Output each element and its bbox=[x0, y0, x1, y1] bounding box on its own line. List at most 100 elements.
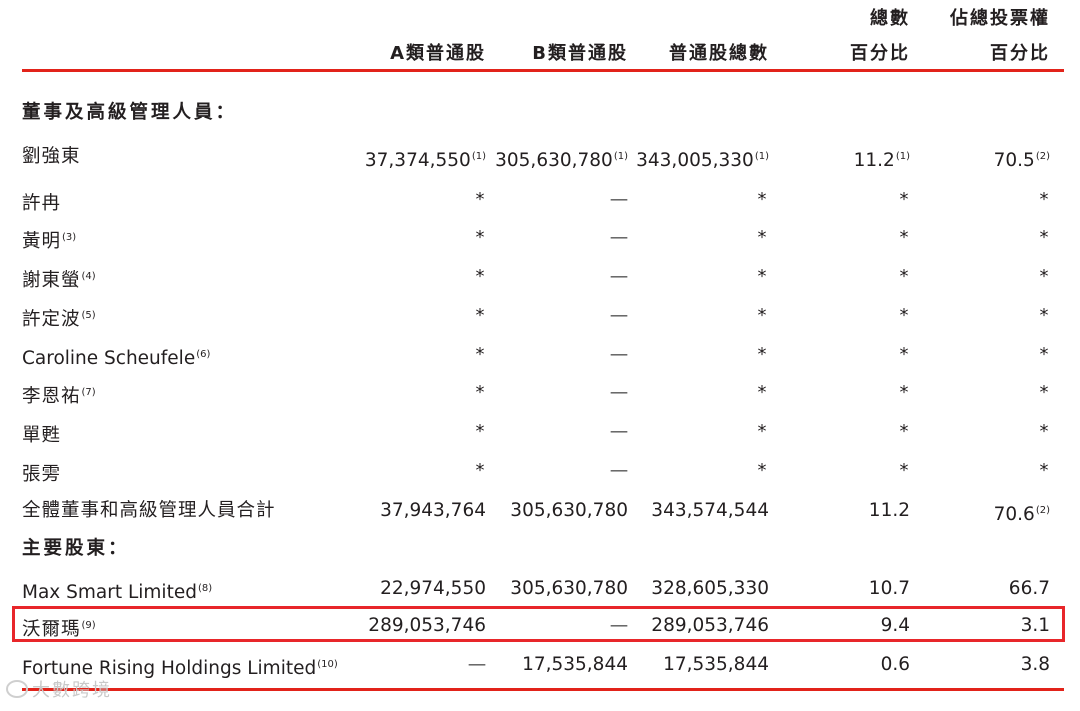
row-pct: 0.6 bbox=[880, 654, 910, 675]
row-class-a: * bbox=[475, 344, 485, 365]
table-row-highlighted: 沃爾瑪(9) 289,053,746 — 289,053,746 9.4 3.1 bbox=[0, 607, 1080, 645]
header-pct-line1: 總數 bbox=[870, 8, 910, 29]
header-total-shares: 普通股總數 bbox=[669, 43, 769, 64]
row-class-b: — bbox=[609, 266, 629, 287]
row-class-a: * bbox=[475, 189, 485, 210]
row-name: 黃明(3) bbox=[22, 231, 77, 252]
row-class-a: * bbox=[475, 266, 485, 287]
header-vote-line2: 百分比 bbox=[990, 43, 1050, 64]
table-row: Fortune Rising Holdings Limited(10) — 17… bbox=[0, 646, 1080, 684]
table-row: 劉強東 37,374,550(1) 305,630,780(1) 343,005… bbox=[0, 138, 1080, 176]
row-total: 328,605,330 bbox=[651, 578, 769, 599]
shareholding-table: A類普通股 B類普通股 普通股總數 總數 百分比 佔總投票權 百分比 董事及高級… bbox=[0, 0, 1080, 711]
row-pct: * bbox=[899, 421, 909, 442]
row-vote: * bbox=[1039, 266, 1049, 287]
row-pct: 11.2 bbox=[868, 500, 910, 521]
watermark: 大數跨境 bbox=[6, 676, 112, 702]
row-class-a: 22,974,550 bbox=[380, 578, 486, 599]
row-class-b: 305,630,780(1) bbox=[495, 150, 628, 171]
row-pct: 11.2(1) bbox=[853, 150, 910, 171]
header-pct-line2: 百分比 bbox=[850, 43, 910, 64]
table-row: 許冉 * — * * * bbox=[0, 181, 1080, 219]
table-row: Caroline Scheufele(6) * — * * * bbox=[0, 336, 1080, 374]
row-total: * bbox=[757, 382, 767, 403]
row-total: 289,053,746 bbox=[651, 615, 769, 636]
row-name: 張雱 bbox=[22, 464, 62, 485]
row-pct: 10.7 bbox=[868, 578, 910, 599]
row-pct: * bbox=[899, 344, 909, 365]
header-class-a: A類普通股 bbox=[390, 43, 486, 64]
row-total: * bbox=[757, 227, 767, 248]
row-vote: 66.7 bbox=[1008, 578, 1050, 599]
row-total: * bbox=[757, 189, 767, 210]
row-class-a: — bbox=[467, 654, 487, 675]
section-directors: 董事及高級管理人員： bbox=[22, 102, 238, 123]
row-name: 單甦 bbox=[22, 425, 62, 446]
row-vote: 3.1 bbox=[1020, 615, 1050, 636]
row-class-a: 37,374,550(1) bbox=[364, 150, 486, 171]
section-heading-row: 董事及高級管理人員： bbox=[0, 94, 1080, 132]
row-class-b: 17,535,844 bbox=[522, 654, 628, 675]
row-name: 劉強東 bbox=[22, 146, 81, 167]
table-row-total: 全體董事和高級管理人員合計 37,943,764 305,630,780 343… bbox=[0, 492, 1080, 530]
row-name: 沃爾瑪(9) bbox=[22, 619, 96, 640]
row-vote: * bbox=[1039, 189, 1049, 210]
section-shareholders: 主要股東： bbox=[22, 538, 130, 559]
row-total: * bbox=[757, 460, 767, 481]
footer-rule bbox=[22, 688, 1064, 691]
table-row: 李恩祐(7) * — * * * bbox=[0, 374, 1080, 412]
row-class-b: — bbox=[609, 344, 629, 365]
row-total: 17,535,844 bbox=[663, 654, 769, 675]
row-total: 343,005,330(1) bbox=[636, 150, 769, 171]
row-name: 全體董事和高級管理人員合計 bbox=[22, 500, 276, 521]
row-pct: * bbox=[899, 189, 909, 210]
table-row: 黃明(3) * — * * * bbox=[0, 219, 1080, 257]
row-pct: * bbox=[899, 227, 909, 248]
row-class-b: — bbox=[609, 382, 629, 403]
header-class-b: B類普通股 bbox=[532, 43, 628, 64]
row-name: 謝東螢(4) bbox=[22, 270, 96, 291]
table-row: Max Smart Limited(8) 22,974,550 305,630,… bbox=[0, 570, 1080, 608]
row-class-b: 305,630,780 bbox=[510, 578, 628, 599]
row-name: 李恩祐(7) bbox=[22, 386, 96, 407]
header-rule bbox=[22, 69, 1064, 72]
row-class-a: 289,053,746 bbox=[368, 615, 486, 636]
row-class-a: * bbox=[475, 382, 485, 403]
row-class-b: — bbox=[609, 227, 629, 248]
row-vote: * bbox=[1039, 344, 1049, 365]
row-name: 許冉 bbox=[22, 193, 62, 214]
row-class-b: — bbox=[609, 460, 629, 481]
table-row: 單甦 * — * * * bbox=[0, 413, 1080, 451]
row-pct: * bbox=[899, 382, 909, 403]
row-vote: * bbox=[1039, 305, 1049, 326]
row-class-b: 305,630,780 bbox=[510, 500, 628, 521]
row-total: 343,574,544 bbox=[651, 500, 769, 521]
section-heading-row: 主要股東： bbox=[0, 530, 1080, 568]
row-pct: * bbox=[899, 266, 909, 287]
row-class-b: — bbox=[609, 189, 629, 210]
row-class-b: — bbox=[609, 421, 629, 442]
row-total: * bbox=[757, 305, 767, 326]
row-class-b: — bbox=[609, 305, 629, 326]
table-row: 張雱 * — * * * bbox=[0, 452, 1080, 490]
row-class-b: — bbox=[609, 615, 629, 636]
row-pct: * bbox=[899, 305, 909, 326]
row-vote: 3.8 bbox=[1020, 654, 1050, 675]
header-vote-line1: 佔總投票權 bbox=[950, 8, 1050, 29]
row-name: 許定波(5) bbox=[22, 309, 96, 330]
watermark-logo-icon bbox=[6, 680, 28, 698]
row-total: * bbox=[757, 266, 767, 287]
row-class-a: * bbox=[475, 421, 485, 442]
row-class-a: * bbox=[475, 460, 485, 481]
row-vote: * bbox=[1039, 227, 1049, 248]
row-total: * bbox=[757, 344, 767, 365]
row-total: * bbox=[757, 421, 767, 442]
row-pct: 9.4 bbox=[880, 615, 910, 636]
row-class-a: * bbox=[475, 305, 485, 326]
row-vote: * bbox=[1039, 421, 1049, 442]
row-name: Max Smart Limited(8) bbox=[22, 582, 213, 603]
row-vote: * bbox=[1039, 382, 1049, 403]
row-vote: * bbox=[1039, 460, 1049, 481]
row-class-a: 37,943,764 bbox=[380, 500, 486, 521]
table-row: 許定波(5) * — * * * bbox=[0, 297, 1080, 335]
